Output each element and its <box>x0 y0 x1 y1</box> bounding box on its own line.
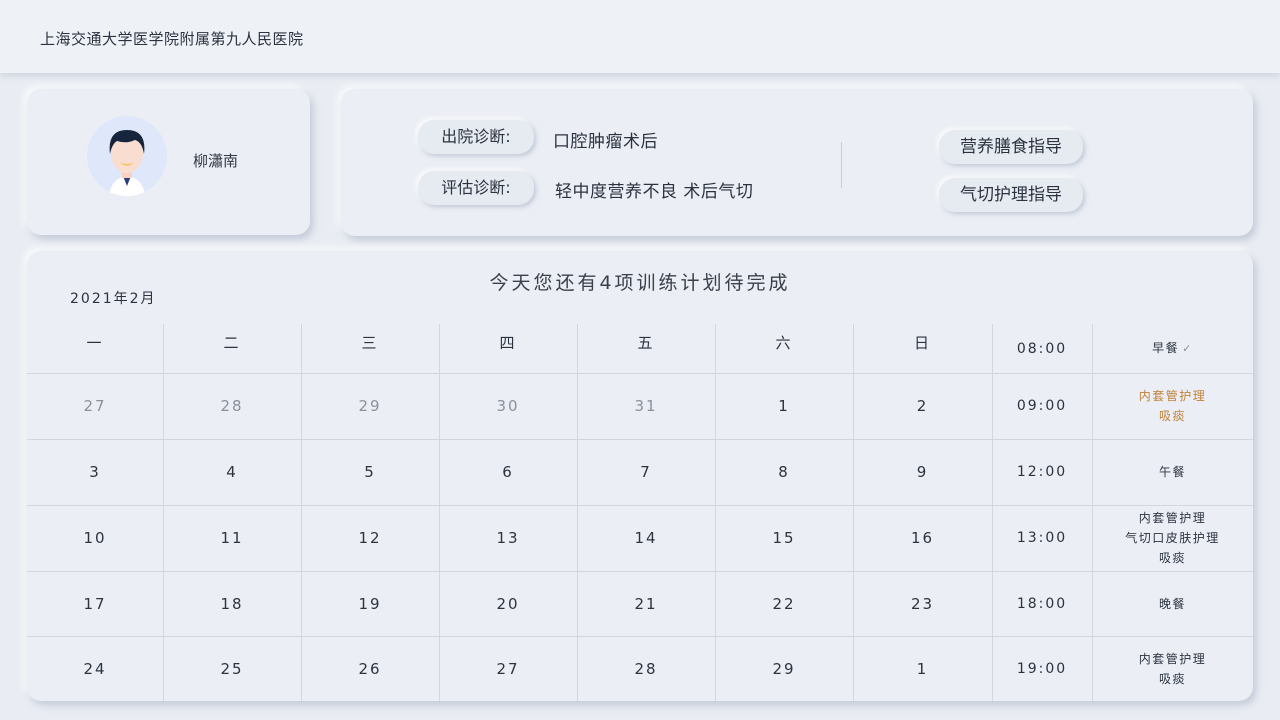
assessment-diagnosis-value: 轻中度营养不良 术后气切 <box>555 182 754 202</box>
calendar-day[interactable]: 23 <box>853 571 992 636</box>
schedule-item[interactable]: 内套管护理 吸痰 <box>1092 373 1253 439</box>
calendar-day[interactable]: 6 <box>439 439 577 505</box>
calendar-day[interactable]: 31 <box>577 373 715 439</box>
schedule-item[interactable]: 晚餐 <box>1092 571 1253 636</box>
weekday-header: 四 <box>499 334 517 352</box>
calendar-day[interactable]: 15 <box>715 505 853 571</box>
calendar-day[interactable]: 13 <box>439 505 577 571</box>
top-bar: 上海交通大学医学院附属第九人民医院 <box>0 0 1280 73</box>
calendar-day[interactable]: 1 <box>853 636 992 701</box>
discharge-diagnosis-label: 出院诊断: <box>418 120 534 154</box>
schedule-time: 18:00 <box>1016 595 1068 612</box>
patient-avatar[interactable] <box>87 116 167 196</box>
calendar-day[interactable]: 21 <box>577 571 715 636</box>
weekday-header: 六 <box>775 334 793 352</box>
schedule-item-label: 内套管护理 <box>1138 389 1207 403</box>
schedule-item[interactable]: 午餐 <box>1092 439 1253 505</box>
weekday-header: 五 <box>637 334 655 352</box>
calendar-day[interactable]: 27 <box>439 636 577 701</box>
discharge-diagnosis-value: 口腔肿瘤术后 <box>553 132 658 152</box>
schedule-time: 08:00 <box>1016 340 1068 357</box>
schedule-time: 12:00 <box>1016 464 1068 480</box>
tracheotomy-care-guide-button[interactable]: 气切护理指导 <box>939 178 1083 212</box>
schedule-item-label: 气切口皮肤护理 <box>1125 531 1220 545</box>
calendar-day[interactable]: 3 <box>27 439 163 505</box>
calendar-day[interactable]: 28 <box>577 636 715 701</box>
calendar-day[interactable]: 29 <box>301 373 439 439</box>
calendar-day[interactable]: 19 <box>301 571 439 636</box>
calendar-month: 2021年2月 <box>70 291 157 307</box>
schedule-item-row: 早餐 ✓ <box>1152 338 1193 359</box>
patient-name: 柳瀟南 <box>193 152 239 170</box>
avatar-icon <box>109 130 145 196</box>
schedule-item-label: 午餐 <box>1158 465 1186 479</box>
calendar-day[interactable]: 29 <box>715 636 853 701</box>
calendar-day[interactable]: 11 <box>163 505 301 571</box>
divider <box>841 142 842 188</box>
calendar-day[interactable]: 1 <box>715 373 853 439</box>
patient-card: 柳瀟南 <box>27 89 310 235</box>
schedule-item-label: 早餐 <box>1152 341 1180 355</box>
calendar-day[interactable]: 2 <box>853 373 992 439</box>
calendar-day[interactable]: 9 <box>853 439 992 505</box>
calendar-day[interactable]: 8 <box>715 439 853 505</box>
calendar-title: 今天您还有4项训练计划待完成 <box>489 272 791 294</box>
schedule-time: 09:00 <box>1016 398 1068 414</box>
weekday-header: 日 <box>913 334 931 352</box>
calendar-day[interactable]: 26 <box>301 636 439 701</box>
schedule-item[interactable]: 内套管护理 气切口皮肤护理 吸痰 <box>1092 505 1253 571</box>
calendar-day[interactable]: 16 <box>853 505 992 571</box>
calendar-day[interactable]: 27 <box>27 373 163 439</box>
training-calendar: 今天您还有4项训练计划待完成 2021年2月 一 二 三 四 五 六 日 27 … <box>27 251 1253 701</box>
schedule-item-label: 吸痰 <box>1158 409 1186 423</box>
schedule-item-label: 吸痰 <box>1158 671 1186 686</box>
calendar-day[interactable]: 17 <box>27 571 163 636</box>
calendar-day[interactable]: 25 <box>163 636 301 701</box>
schedule-item-label: 内套管护理 <box>1138 651 1207 666</box>
schedule-time: 13:00 <box>1016 530 1068 546</box>
assessment-diagnosis-label: 评估诊断: <box>418 171 534 205</box>
weekday-header: 三 <box>361 334 379 352</box>
schedule-item-label: 内套管护理 <box>1138 511 1207 525</box>
calendar-day[interactable]: 22 <box>715 571 853 636</box>
calendar-day[interactable]: 18 <box>163 571 301 636</box>
schedule-item[interactable]: 内套管护理 吸痰 <box>1092 636 1253 701</box>
calendar-day[interactable]: 5 <box>301 439 439 505</box>
nutrition-guide-button[interactable]: 营养膳食指导 <box>939 130 1083 164</box>
calendar-day[interactable]: 12 <box>301 505 439 571</box>
schedule-item-label: 吸痰 <box>1158 551 1186 565</box>
schedule-item[interactable]: 早餐 ✓ <box>1092 324 1253 373</box>
calendar-day[interactable]: 14 <box>577 505 715 571</box>
calendar-day[interactable]: 30 <box>439 373 577 439</box>
calendar-grid: 一 二 三 四 五 六 日 27 28 29 30 31 1 2 3 4 5 6… <box>27 324 1253 701</box>
schedule-item-label: 晚餐 <box>1158 596 1186 611</box>
calendar-day[interactable]: 4 <box>163 439 301 505</box>
calendar-day[interactable]: 7 <box>577 439 715 505</box>
diagnosis-card: 出院诊断: 口腔肿瘤术后 评估诊断: 轻中度营养不良 术后气切 营养膳食指导 气… <box>341 89 1253 236</box>
hospital-name: 上海交通大学医学院附属第九人民医院 <box>40 30 304 48</box>
weekday-header: 二 <box>223 334 241 352</box>
calendar-day[interactable]: 24 <box>27 636 163 701</box>
calendar-day[interactable]: 10 <box>27 505 163 571</box>
check-icon: ✓ <box>1182 342 1193 355</box>
calendar-day[interactable]: 20 <box>439 571 577 636</box>
schedule-time: 19:00 <box>1016 660 1068 677</box>
weekday-header: 一 <box>86 334 104 352</box>
calendar-day[interactable]: 28 <box>163 373 301 439</box>
